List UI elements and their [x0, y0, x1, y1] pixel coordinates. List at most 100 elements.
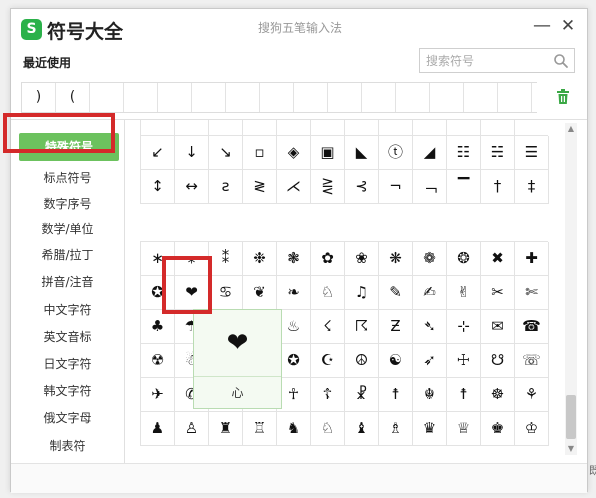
- symbol-cell[interactable]: ☦: [311, 378, 345, 412]
- symbol-cell[interactable]: [209, 120, 243, 135]
- category-item[interactable]: 俄文字母: [11, 409, 124, 426]
- recent-symbol-cell[interactable]: [192, 83, 226, 112]
- symbol-cell[interactable]: ↕: [141, 170, 175, 204]
- symbol-cell[interactable]: ⊰: [345, 170, 379, 204]
- category-item[interactable]: 希腊/拉丁: [11, 246, 124, 263]
- recent-symbol-cell[interactable]: [294, 83, 328, 112]
- symbol-cell[interactable]: ❋: [379, 242, 413, 276]
- symbol-cell[interactable]: ↘: [209, 136, 243, 170]
- symbol-cell[interactable]: ☯: [379, 344, 413, 378]
- symbol-cell[interactable]: ☬: [413, 378, 447, 412]
- recent-symbol-cell[interactable]: [260, 83, 294, 112]
- symbol-cell[interactable]: ♖: [243, 412, 277, 446]
- symbol-cell[interactable]: ☵: [481, 136, 515, 170]
- symbol-cell[interactable]: ❃: [277, 242, 311, 276]
- symbol-cell[interactable]: ✉: [481, 310, 515, 344]
- symbol-cell[interactable]: ◣: [345, 136, 379, 170]
- symbol-cell[interactable]: [243, 120, 277, 135]
- recent-symbol-cell[interactable]: [396, 83, 430, 112]
- symbol-cell[interactable]: [481, 120, 515, 135]
- scroll-down-icon[interactable]: ▼: [565, 443, 577, 455]
- category-item[interactable]: 中文字符: [11, 301, 124, 318]
- symbol-cell[interactable]: [311, 120, 345, 135]
- recent-symbol-cell[interactable]: [158, 83, 192, 112]
- symbol-cell[interactable]: ♋: [209, 276, 243, 310]
- symbol-cell[interactable]: [141, 120, 175, 135]
- symbol-cell[interactable]: ↔: [175, 170, 209, 204]
- category-item[interactable]: 英文音标: [11, 328, 124, 345]
- symbol-cell[interactable]: ✈: [141, 378, 175, 412]
- symbol-cell[interactable]: ☩: [447, 344, 481, 378]
- symbol-cell[interactable]: ♫: [345, 276, 379, 310]
- symbol-cell[interactable]: ✎: [379, 276, 413, 310]
- recent-symbol-cell[interactable]: [430, 83, 464, 112]
- symbol-cell[interactable]: Ƶ: [379, 310, 413, 344]
- symbol-cell[interactable]: ↓: [175, 136, 209, 170]
- scroll-thumb[interactable]: [566, 395, 576, 439]
- symbol-cell[interactable]: ﹁: [413, 170, 447, 204]
- symbol-cell[interactable]: ✌: [447, 276, 481, 310]
- symbol-cell[interactable]: ⚘: [515, 378, 549, 412]
- symbol-cell[interactable]: [379, 120, 413, 135]
- symbol-cell[interactable]: ✍: [413, 276, 447, 310]
- symbol-cell[interactable]: ♞: [277, 412, 311, 446]
- symbol-cell[interactable]: ☋: [481, 344, 515, 378]
- symbol-scrollbar[interactable]: ▲ ▼: [565, 123, 577, 455]
- symbol-cell[interactable]: ♟: [141, 412, 175, 446]
- symbol-cell[interactable]: ☎: [515, 310, 549, 344]
- symbol-cell[interactable]: [175, 120, 209, 135]
- symbol-cell[interactable]: ❁: [413, 242, 447, 276]
- category-item[interactable]: 韩文字符: [11, 382, 124, 399]
- symbol-cell[interactable]: ↙: [141, 136, 175, 170]
- recent-symbol-cell[interactable]: [464, 83, 498, 112]
- search-box[interactable]: [419, 48, 575, 73]
- symbol-cell[interactable]: ♔: [515, 412, 549, 446]
- symbol-cell[interactable]: ꙅ: [209, 170, 243, 204]
- symbol-cell[interactable]: ◢: [413, 136, 447, 170]
- symbol-cell[interactable]: ¬: [379, 170, 413, 204]
- symbol-cell[interactable]: ▔: [447, 170, 481, 204]
- symbol-cell[interactable]: ▫: [243, 136, 277, 170]
- recent-symbol-cell[interactable]: [226, 83, 260, 112]
- symbol-cell[interactable]: ☨: [447, 378, 481, 412]
- symbol-cell[interactable]: ✪: [277, 344, 311, 378]
- recent-symbol-cell[interactable]: [498, 83, 532, 112]
- search-icon[interactable]: [553, 53, 569, 69]
- scroll-up-icon[interactable]: ▲: [565, 123, 577, 135]
- recent-symbol-cell[interactable]: [328, 83, 362, 112]
- symbol-cell[interactable]: ▣: [311, 136, 345, 170]
- close-button[interactable]: ✕: [557, 15, 579, 37]
- symbol-cell[interactable]: ☢: [141, 344, 175, 378]
- recent-symbol-cell[interactable]: (: [56, 83, 90, 112]
- symbol-cell[interactable]: ☷: [447, 136, 481, 170]
- symbol-cell[interactable]: ♙: [175, 412, 209, 446]
- category-item[interactable]: 数学/单位: [11, 220, 124, 237]
- symbol-cell[interactable]: ⁑: [209, 242, 243, 276]
- symbol-cell[interactable]: ✂: [481, 276, 515, 310]
- symbol-cell[interactable]: †: [481, 170, 515, 204]
- symbol-cell[interactable]: ♘: [311, 412, 345, 446]
- symbol-cell[interactable]: ☥: [277, 378, 311, 412]
- recent-symbol-cell[interactable]: ): [22, 83, 56, 112]
- symbol-cell[interactable]: ♚: [481, 412, 515, 446]
- symbol-cell[interactable]: ✿: [311, 242, 345, 276]
- symbol-cell[interactable]: ➴: [413, 310, 447, 344]
- symbol-cell[interactable]: ♜: [209, 412, 243, 446]
- search-input[interactable]: [426, 53, 548, 69]
- symbol-cell[interactable]: ♘: [311, 276, 345, 310]
- symbol-cell[interactable]: ☰: [515, 136, 549, 170]
- symbol-cell[interactable]: ❀: [345, 242, 379, 276]
- symbol-cell[interactable]: [345, 120, 379, 135]
- symbol-cell[interactable]: ✖: [481, 242, 515, 276]
- recent-symbol-cell[interactable]: [362, 83, 396, 112]
- symbol-cell[interactable]: ♕: [447, 412, 481, 446]
- minimize-button[interactable]: —: [531, 15, 553, 37]
- symbol-cell[interactable]: ♣: [141, 310, 175, 344]
- symbol-cell[interactable]: ☈: [345, 310, 379, 344]
- symbol-cell[interactable]: ◈: [277, 136, 311, 170]
- symbol-cell[interactable]: ☮: [345, 344, 379, 378]
- trash-icon[interactable]: [556, 89, 570, 105]
- symbol-cell[interactable]: [277, 120, 311, 135]
- symbol-cell[interactable]: ☪: [311, 344, 345, 378]
- symbol-cell[interactable]: ❂: [447, 242, 481, 276]
